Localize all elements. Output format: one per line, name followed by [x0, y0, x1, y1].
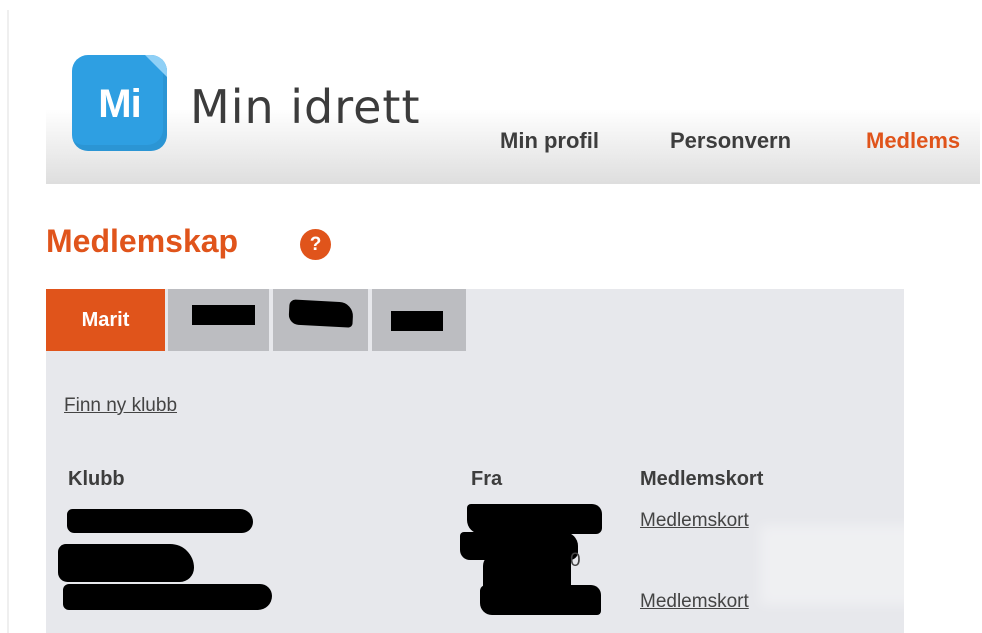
redaction [391, 311, 443, 331]
tab-marit[interactable]: Marit [46, 289, 165, 351]
page-title: Medlemskap [46, 223, 239, 259]
redacted-club-name [63, 584, 272, 610]
redaction [288, 299, 354, 328]
site-header [46, 40, 980, 184]
column-header-card: Medlemskort [640, 468, 764, 490]
date-cell: 0 [570, 550, 581, 571]
tab-member-4[interactable] [372, 289, 466, 351]
find-new-club-link[interactable]: Finn ny klubb [64, 395, 177, 417]
column-header-club: Klubb [68, 468, 125, 490]
brand-title: Min idrett [190, 80, 421, 134]
redacted-club-name [67, 509, 253, 533]
screen-glare [760, 525, 960, 605]
tab-member-3[interactable] [273, 289, 368, 351]
page-edge [7, 10, 9, 633]
column-header-from: Fra [471, 468, 503, 490]
nav-medlemskap[interactable]: Medlems [866, 128, 960, 154]
logo-text: Mi [98, 82, 141, 126]
redacted-date [467, 504, 602, 534]
redaction [192, 305, 255, 325]
nav-min-profil[interactable]: Min profil [500, 128, 599, 154]
tab-member-2[interactable] [168, 289, 269, 351]
membership-card-link[interactable]: Medlemskort [640, 591, 749, 613]
redacted-date [480, 585, 601, 615]
help-icon[interactable]: ? [300, 229, 331, 260]
redacted-club-name [58, 544, 194, 582]
min-idrett-logo[interactable]: Mi [72, 55, 167, 151]
nav-personvern[interactable]: Personvern [670, 128, 791, 154]
membership-card-link[interactable]: Medlemskort [640, 510, 749, 532]
